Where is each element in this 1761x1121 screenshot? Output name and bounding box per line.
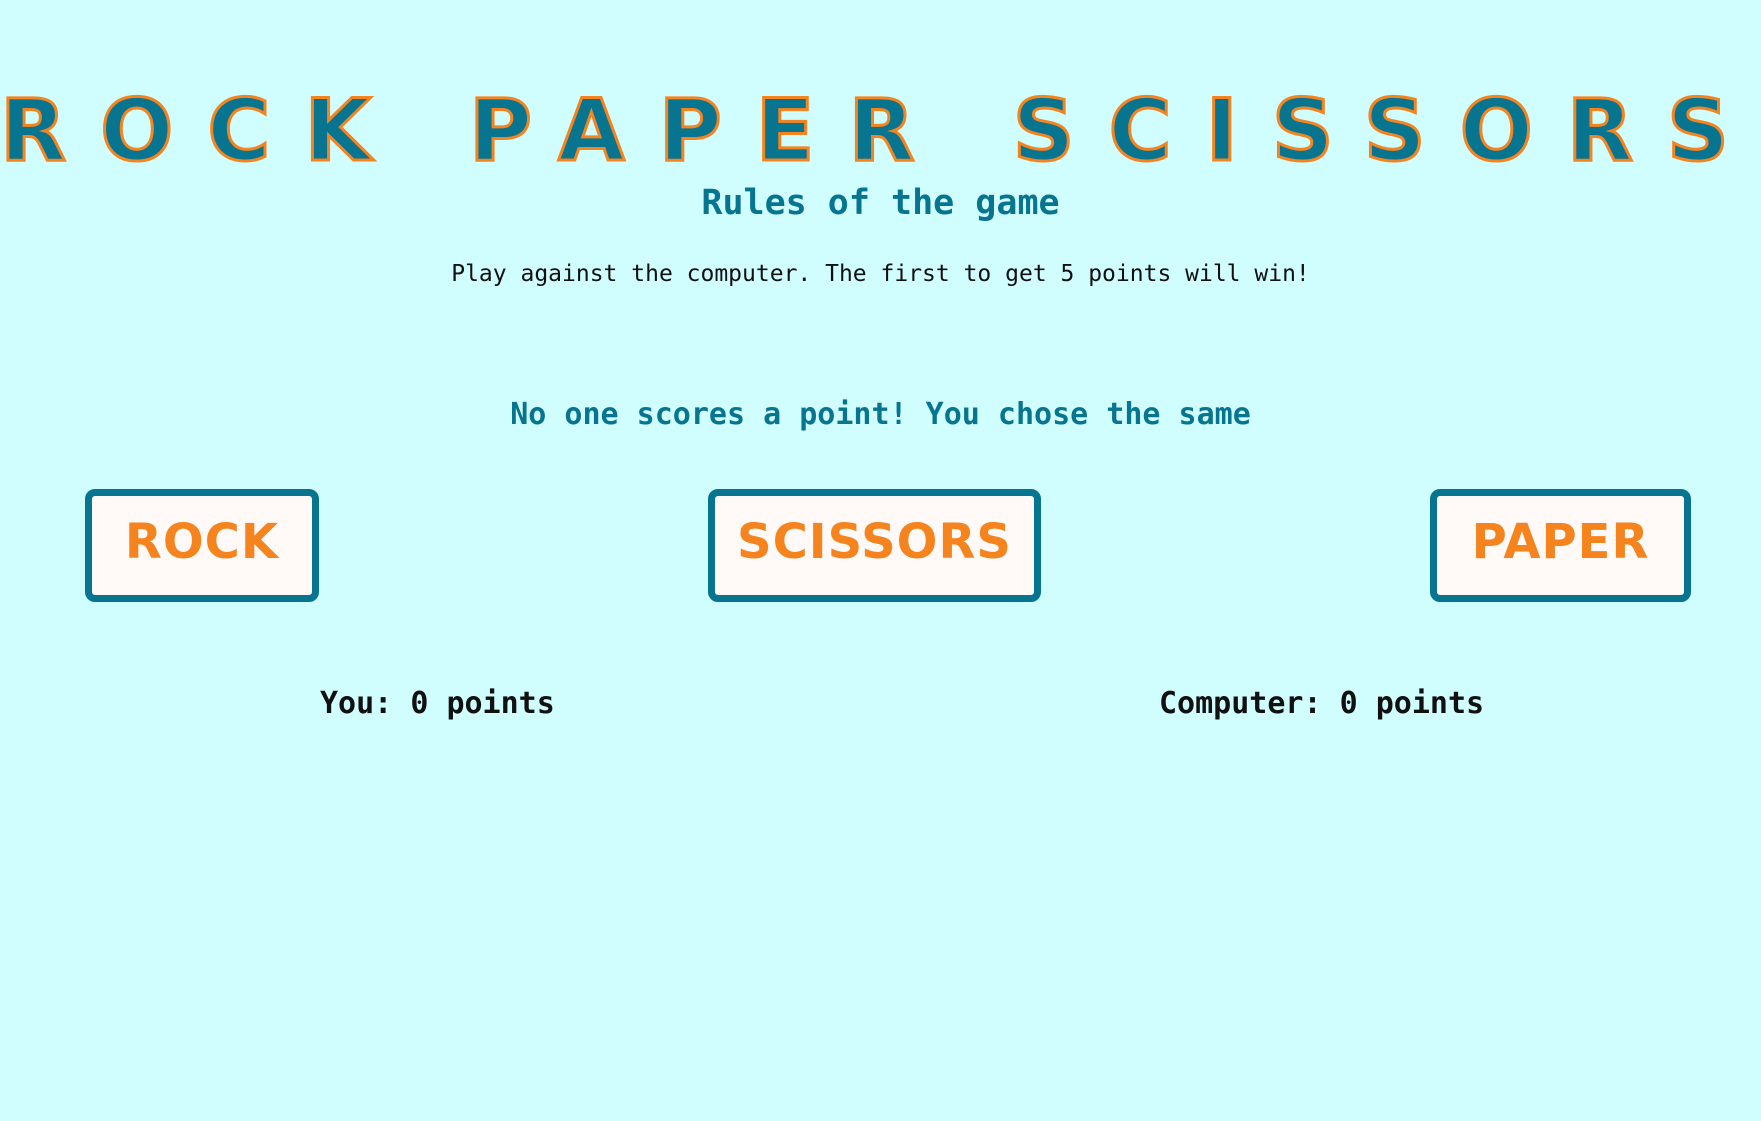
rock-button[interactable]: Rock xyxy=(85,489,319,602)
scissors-button-label: Scissors xyxy=(737,514,1012,570)
rules-text: Play against the computer. The first to … xyxy=(451,261,1310,287)
paper-button-label: Paper xyxy=(1471,514,1650,570)
paper-button[interactable]: Paper xyxy=(1430,489,1691,602)
player-score-value: 0 xyxy=(410,686,429,721)
computer-score-label: Computer: xyxy=(1159,686,1322,721)
computer-score: Computer: 0 points xyxy=(1159,682,1484,726)
player-score-label: You: xyxy=(320,686,393,721)
rules-heading: Rules of the game xyxy=(701,183,1060,223)
rock-button-label: Rock xyxy=(124,514,280,570)
computer-score-value: 0 xyxy=(1339,686,1358,721)
game-title: Rock Paper Scissors xyxy=(0,79,1761,182)
scissors-button[interactable]: Scissors xyxy=(708,489,1041,602)
computer-score-unit: points xyxy=(1375,686,1485,721)
round-result-message: No one scores a point! You chose the sam… xyxy=(510,397,1251,432)
player-score: You: 0 points xyxy=(320,682,555,726)
player-score-unit: points xyxy=(446,686,555,721)
